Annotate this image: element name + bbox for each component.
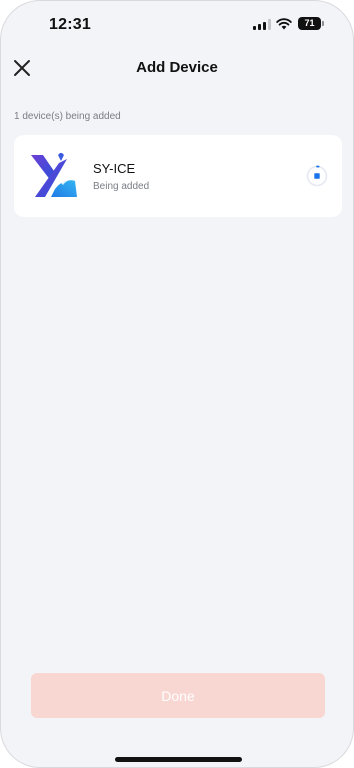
device-card[interactable]: SY-ICE Being added (14, 135, 342, 217)
battery-cap (322, 21, 324, 26)
device-name: SY-ICE (93, 161, 136, 176)
phone-screen: 12:31 71 Add Device 1 device(s) being ad… (0, 0, 354, 768)
stop-icon[interactable] (306, 165, 328, 187)
device-status: Being added (93, 181, 150, 192)
page-title: Add Device (136, 59, 218, 76)
sy-ice-logo (31, 153, 77, 197)
nav-bar: Add Device (1, 53, 353, 85)
wifi-icon (276, 18, 292, 30)
battery-icon: 71 (298, 17, 321, 30)
status-time: 12:31 (49, 16, 91, 33)
devices-count-caption: 1 device(s) being added (14, 111, 121, 122)
status-bar: 12:31 71 (1, 1, 353, 49)
signal-icon (253, 19, 271, 30)
home-indicator[interactable] (115, 757, 242, 762)
done-button[interactable]: Done (31, 673, 325, 718)
